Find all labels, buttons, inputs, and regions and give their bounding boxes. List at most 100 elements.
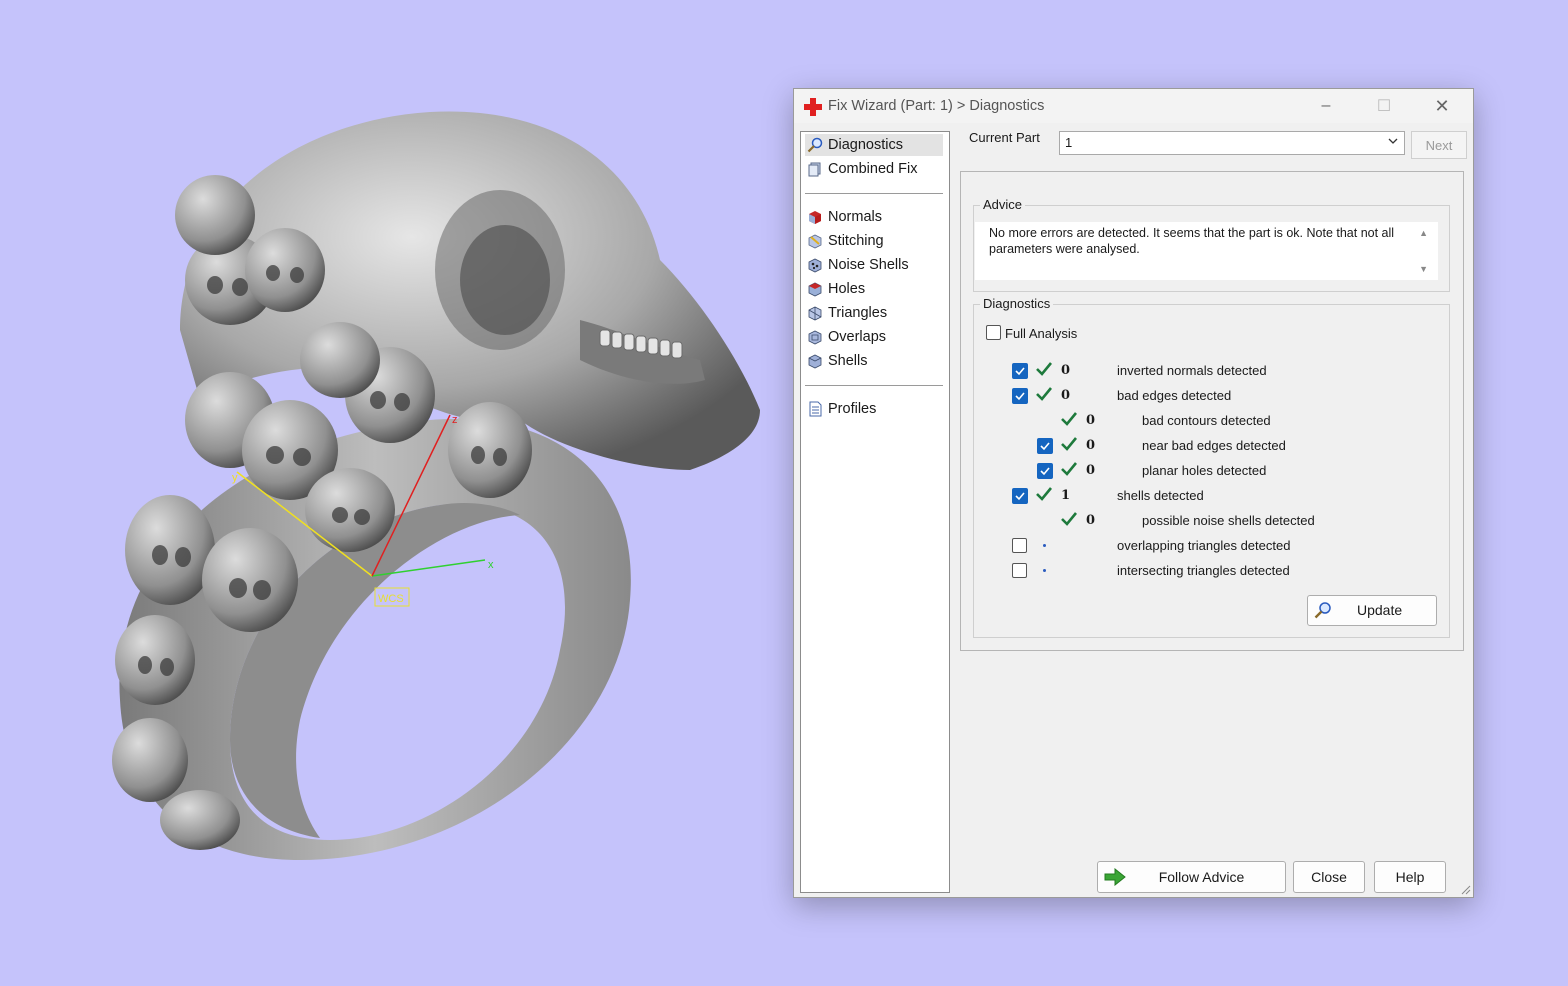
close-icon: ✕ [1434, 95, 1450, 116]
nav-item-noise-shells[interactable]: Noise Shells [805, 254, 909, 276]
full-analysis-checkbox[interactable] [986, 325, 1001, 340]
near-bad-edges-label: near bad edges detected [1142, 438, 1286, 453]
inverted-normals-count: 0 [1061, 363, 1071, 378]
ring-model: y x z WCS [112, 111, 760, 860]
help-button[interactable]: Help [1374, 861, 1446, 893]
near-bad-edges-count: 0 [1086, 438, 1096, 453]
shells-checkbox[interactable] [1012, 488, 1028, 504]
planar-holes-label: planar holes detected [1142, 463, 1267, 478]
pending-dot-icon [1043, 569, 1046, 572]
diagnostics-panel: Advice No more errors are detected. It s… [960, 171, 1464, 651]
nav-separator [805, 385, 943, 386]
follow-advice-label: Follow Advice [1158, 869, 1245, 885]
resize-grip-icon[interactable] [1459, 883, 1471, 895]
update-label: Update [1357, 602, 1403, 618]
nav-item-diagnostics[interactable]: Diagnostics [805, 134, 943, 156]
close-button[interactable]: Close [1293, 861, 1365, 893]
noise-shells-icon [808, 258, 822, 273]
fix-wizard-dialog: Fix Wizard (Part: 1) > Diagnostics – ☐ ✕… [793, 88, 1474, 898]
nav-item-stitching[interactable]: Stitching [805, 230, 884, 252]
scroll-up-icon[interactable]: ▲ [1419, 228, 1428, 238]
ok-check-icon [1061, 412, 1078, 426]
nav-label: Shells [828, 353, 868, 369]
nav-item-overlaps[interactable]: Overlaps [805, 326, 886, 348]
advice-label: Advice [980, 197, 1026, 212]
wcs-label: WCS [378, 593, 404, 605]
advice-text: No more errors are detected. It seems th… [989, 226, 1395, 256]
current-part-value: 1 [1065, 135, 1073, 150]
bad-edges-count: 0 [1061, 388, 1071, 403]
ok-check-icon [1061, 437, 1078, 451]
minimize-button[interactable]: – [1306, 93, 1346, 119]
chevron-down-icon [1388, 138, 1398, 144]
bad-edges-checkbox[interactable] [1012, 388, 1028, 404]
planar-holes-count: 0 [1086, 463, 1096, 478]
red-cross-icon [804, 98, 822, 116]
nav-separator [805, 193, 943, 194]
nav-label: Diagnostics [828, 137, 903, 153]
dialog-title: Fix Wizard (Part: 1) > Diagnostics [828, 98, 1045, 114]
ok-check-icon [1061, 512, 1078, 526]
advice-textbox[interactable]: No more errors are detected. It seems th… [975, 222, 1438, 280]
near-bad-edges-checkbox[interactable] [1037, 438, 1053, 454]
3d-viewport[interactable]: y x z WCS [0, 0, 790, 983]
bad-contours-count: 0 [1086, 413, 1096, 428]
nav-label: Overlaps [828, 329, 887, 345]
maximize-icon: ☐ [1376, 98, 1392, 115]
ok-check-icon [1036, 387, 1053, 401]
update-button[interactable]: Update [1307, 595, 1437, 626]
nav-label: Normals [828, 209, 882, 225]
nav-label: Combined Fix [828, 161, 918, 177]
ok-check-icon [1061, 462, 1078, 476]
next-button[interactable]: Next [1411, 131, 1467, 159]
shells-icon [808, 354, 822, 369]
nav-item-normals[interactable]: Normals [805, 206, 882, 228]
nav-item-triangles[interactable]: Triangles [805, 302, 887, 324]
holes-icon [808, 282, 822, 297]
overlapping-triangles-checkbox[interactable] [1012, 538, 1027, 553]
magnifier-icon [807, 137, 823, 153]
nav-label: Noise Shells [828, 257, 909, 273]
stitching-icon [808, 234, 822, 249]
minimize-icon: – [1321, 97, 1331, 114]
nav-item-holes[interactable]: Holes [805, 278, 865, 300]
bad-contours-label: bad contours detected [1142, 413, 1271, 428]
pending-dot-icon [1043, 544, 1046, 547]
current-part-select[interactable]: 1 [1059, 131, 1405, 155]
axis-x-label: x [488, 559, 494, 571]
normals-icon [809, 211, 821, 224]
current-part-label: Current Part [969, 130, 1040, 145]
nav-label: Profiles [828, 401, 877, 417]
intersecting-triangles-label: intersecting triangles detected [1117, 563, 1290, 578]
nav-label: Stitching [828, 233, 884, 249]
axis-z-label: z [452, 414, 458, 426]
inverted-normals-label: inverted normals detected [1117, 363, 1267, 378]
combined-fix-icon [808, 162, 821, 177]
wizard-nav: Diagnostics Combined Fix Normals Stitchi… [800, 131, 950, 893]
ok-check-icon [1036, 487, 1053, 501]
bad-edges-label: bad edges detected [1117, 388, 1232, 403]
overlaps-icon [808, 330, 822, 345]
magnifier-icon [1314, 602, 1331, 619]
close-window-button[interactable]: ✕ [1422, 93, 1462, 119]
title-bar[interactable]: Fix Wizard (Part: 1) > Diagnostics – ☐ ✕ [794, 89, 1473, 123]
intersecting-triangles-checkbox[interactable] [1012, 563, 1027, 578]
planar-holes-checkbox[interactable] [1037, 463, 1053, 479]
nav-item-profiles[interactable]: Profiles [805, 398, 876, 420]
shells-count: 1 [1061, 488, 1071, 503]
follow-advice-button[interactable]: Follow Advice [1097, 861, 1286, 893]
shells-label: shells detected [1117, 488, 1204, 503]
diagnostics-label: Diagnostics [980, 296, 1054, 311]
nav-item-combined-fix[interactable]: Combined Fix [805, 158, 917, 180]
ok-check-icon [1036, 362, 1053, 376]
full-analysis-label: Full Analysis [1005, 326, 1078, 341]
inverted-normals-checkbox[interactable] [1012, 363, 1028, 379]
triangles-icon [808, 306, 822, 321]
scroll-down-icon[interactable]: ▼ [1419, 264, 1428, 274]
profiles-icon [809, 401, 822, 417]
nav-item-shells[interactable]: Shells [805, 350, 868, 372]
nav-label: Triangles [828, 305, 888, 321]
overlapping-triangles-label: overlapping triangles detected [1117, 538, 1291, 553]
arrow-right-icon [1104, 868, 1126, 886]
maximize-button: ☐ [1364, 93, 1404, 119]
